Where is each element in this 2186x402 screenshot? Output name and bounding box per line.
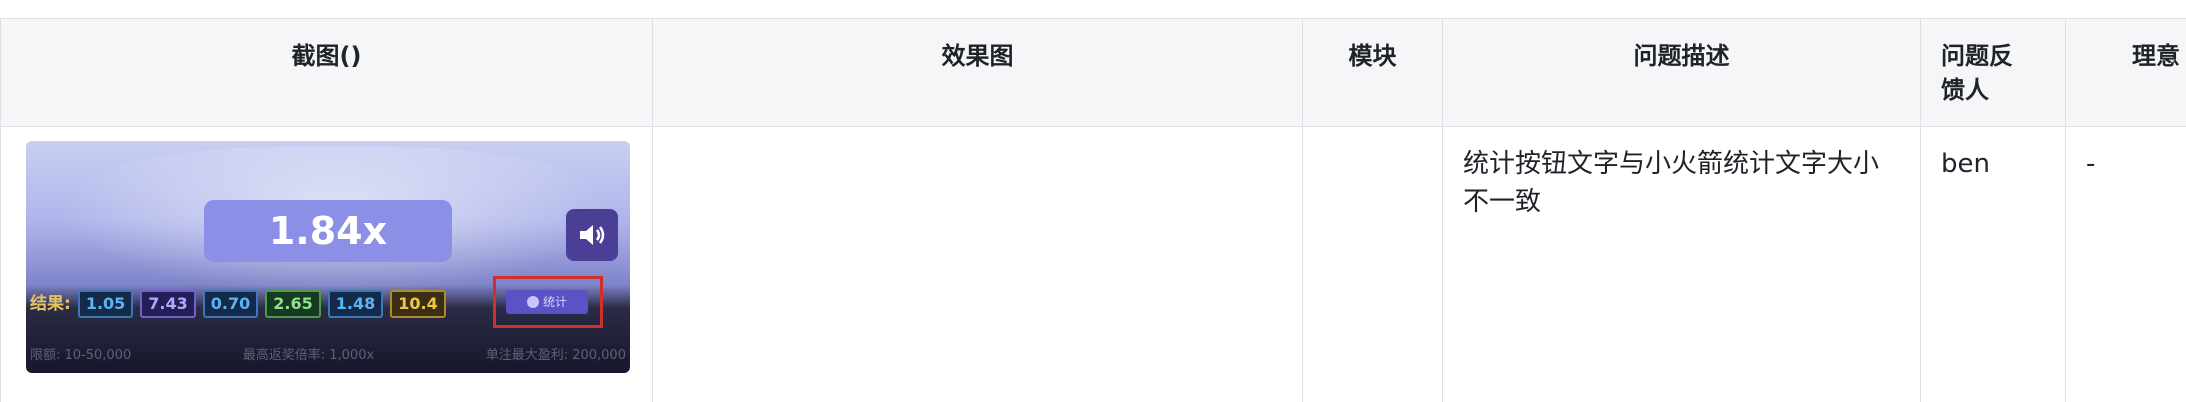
header-screenshot[interactable]: 截图() <box>0 18 653 127</box>
result-chip: 1.48 <box>327 290 384 318</box>
results-strip: 结果: 1.05 7.43 0.70 2.65 1.48 10.4 <box>30 289 446 319</box>
stats-button-label: 统计 <box>542 295 567 309</box>
speaker-icon <box>566 209 618 261</box>
cell-effect[interactable] <box>652 126 1303 402</box>
result-chip: 0.70 <box>202 290 259 318</box>
results-label: 结果: <box>30 294 71 314</box>
header-extra-label: 理意 <box>2132 42 2180 70</box>
header-description[interactable]: 问题描述 <box>1442 18 1921 127</box>
multiplier-display: 1.84x <box>204 200 452 262</box>
result-chip: 1.05 <box>77 290 134 318</box>
stats-button: 统计 <box>506 290 588 314</box>
cell-extra[interactable]: - <box>2065 126 2186 402</box>
header-extra[interactable]: 理意 <box>2065 18 2186 127</box>
result-chip: 2.65 <box>265 290 321 318</box>
table-header-row: 截图() 效果图 模块 问题描述 问题反馈人 理意 <box>0 18 2186 127</box>
stats-icon <box>526 296 539 308</box>
game-screenshot-image[interactable]: 1.84x 结果: 1.05 7.43 0.70 2.65 1.48 10.4 … <box>26 141 630 373</box>
bet-limit-text: 限额: 10-50,000 <box>30 348 132 363</box>
header-reporter[interactable]: 问题反馈人 <box>1920 18 2066 127</box>
result-chip: 10.4 <box>390 290 446 318</box>
cell-reporter[interactable]: ben <box>1920 126 2066 402</box>
header-effect[interactable]: 效果图 <box>652 18 1303 127</box>
max-win-text: 单注最大盈利: 200,000 <box>485 348 626 363</box>
result-chip: 7.43 <box>140 290 196 318</box>
highlight-box: 统计 <box>493 276 603 328</box>
table-row: 1.84x 结果: 1.05 7.43 0.70 2.65 1.48 10.4 … <box>0 126 2186 402</box>
issue-table: 截图() 效果图 模块 问题描述 问题反馈人 理意 1.84x 结果: 1.05… <box>0 18 2186 402</box>
cell-screenshot[interactable]: 1.84x 结果: 1.05 7.43 0.70 2.65 1.48 10.4 … <box>0 126 653 402</box>
cell-module[interactable] <box>1302 126 1443 402</box>
limits-row: 限额: 10-50,000 最高返奖倍率: 1,000x 单注最大盈利: 200… <box>30 337 626 373</box>
issue-table-container: 截图() 效果图 模块 问题描述 问题反馈人 理意 1.84x 结果: 1.05… <box>0 18 2186 402</box>
header-reporter-label: 问题反馈人 <box>1941 42 2013 104</box>
header-module[interactable]: 模块 <box>1302 18 1443 127</box>
max-payout-rate-text: 最高返奖倍率: 1,000x <box>242 348 375 363</box>
cell-description[interactable]: 统计按钮文字与小火箭统计文字大小不一致 <box>1442 126 1921 402</box>
